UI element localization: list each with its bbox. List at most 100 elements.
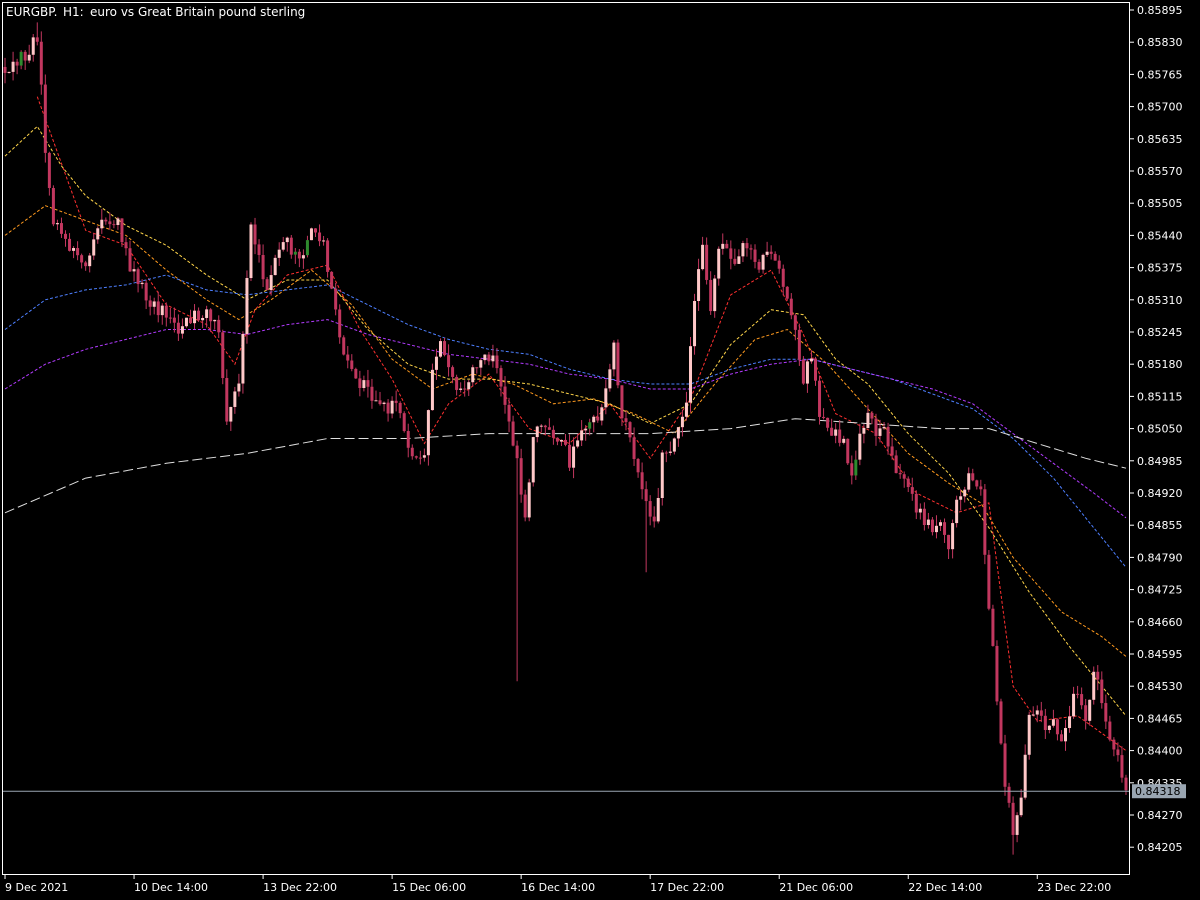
candle-body xyxy=(1015,815,1019,835)
candle-body xyxy=(269,275,273,291)
candle-body xyxy=(221,332,225,379)
candle-body xyxy=(434,356,438,370)
candle-body xyxy=(697,269,701,301)
candle-body xyxy=(943,522,947,535)
candle-body xyxy=(80,255,84,263)
candle-body xyxy=(144,282,148,301)
candle-body xyxy=(172,317,176,323)
candle-body xyxy=(769,251,773,254)
candle-body xyxy=(358,378,362,388)
candle-body xyxy=(846,438,850,464)
candle-body xyxy=(596,416,600,421)
candle-body xyxy=(124,242,128,249)
candle-body xyxy=(3,66,7,73)
candle-body xyxy=(705,244,709,280)
candle-body xyxy=(439,341,442,357)
candle-body xyxy=(68,238,72,251)
x-tick-label: 9 Dec 2021 xyxy=(5,881,68,894)
candle-body xyxy=(168,317,172,319)
candle-body xyxy=(1096,671,1100,680)
y-tick-label: 0.85310 xyxy=(1137,294,1183,307)
candle-body xyxy=(100,219,104,229)
candle-body xyxy=(757,261,761,270)
candle-body xyxy=(479,360,483,368)
candle-body xyxy=(47,152,51,188)
candle-body xyxy=(519,458,523,495)
candle-body xyxy=(539,425,543,427)
candle-body xyxy=(180,326,184,334)
candle-body xyxy=(854,459,858,476)
y-tick-label: 0.84205 xyxy=(1137,841,1183,854)
candle-body xyxy=(483,354,487,361)
candle-body xyxy=(882,426,886,429)
candle-body xyxy=(785,286,789,299)
candle-body xyxy=(725,243,729,249)
chart[interactable]: 0.85895 0.85830 0.85765 0.85700 0.85635 0.855… xyxy=(0,0,1200,900)
candle-body xyxy=(136,269,140,285)
candle-body xyxy=(499,368,503,387)
candle-body xyxy=(934,525,938,533)
candle-body xyxy=(507,404,511,422)
y-tick-label: 0.85635 xyxy=(1137,133,1183,146)
y-tick-label: 0.85505 xyxy=(1137,197,1183,210)
candle-body xyxy=(773,253,777,261)
candle-body xyxy=(660,452,664,499)
candle-body xyxy=(193,310,197,324)
candle-body xyxy=(491,355,495,362)
candle-body xyxy=(152,301,156,307)
timeframe-label: H1: xyxy=(63,5,84,19)
candle-body xyxy=(543,425,547,428)
candle-body xyxy=(455,376,459,390)
candle-body xyxy=(59,223,63,234)
candle-body xyxy=(386,402,390,414)
candle-body xyxy=(979,486,983,490)
candle-body xyxy=(1003,743,1007,787)
candle-body xyxy=(253,224,257,245)
candle-body xyxy=(733,258,737,264)
candle-body xyxy=(467,382,471,390)
candle-body xyxy=(241,333,245,384)
candle-body xyxy=(592,416,596,423)
x-tick-label: 21 Dec 06:00 xyxy=(779,881,853,894)
candle-body xyxy=(906,478,910,488)
symbol-label: EURGBP. xyxy=(6,5,57,19)
candle-body xyxy=(947,534,951,550)
candle-body xyxy=(326,240,330,272)
candle-body xyxy=(257,244,261,256)
candle-body xyxy=(636,458,640,473)
candle-body xyxy=(910,487,914,494)
candle-body xyxy=(84,262,88,267)
candle-body xyxy=(1064,728,1067,742)
candle-body xyxy=(19,51,23,66)
candle-body xyxy=(620,385,624,419)
candle-body xyxy=(632,437,636,459)
candle-body xyxy=(422,455,426,458)
candle-body xyxy=(346,354,350,361)
candle-body xyxy=(350,360,354,369)
candle-body xyxy=(749,248,753,250)
candle-body xyxy=(761,254,765,270)
candle-body xyxy=(140,282,144,285)
candle-body xyxy=(608,369,612,389)
candle-body xyxy=(148,300,152,307)
candle-body xyxy=(51,187,55,225)
candle-body xyxy=(814,358,817,381)
candle-body xyxy=(1088,699,1092,721)
y-tick-label: 0.85050 xyxy=(1137,423,1183,436)
candle-body xyxy=(31,37,35,55)
candle-body xyxy=(1120,755,1124,778)
candle-body xyxy=(184,317,188,327)
candle-body xyxy=(225,378,229,422)
candle-body xyxy=(64,233,67,239)
candle-body xyxy=(249,224,253,279)
candle-body xyxy=(890,446,894,456)
candle-body xyxy=(189,317,192,324)
candle-body xyxy=(88,255,92,267)
candle-body xyxy=(7,71,11,73)
candle-body xyxy=(35,37,39,42)
candle-body xyxy=(394,400,398,403)
candle-body xyxy=(471,367,475,383)
y-tick-label: 0.85700 xyxy=(1137,101,1183,114)
candle-body xyxy=(1072,693,1076,717)
y-tick-label: 0.85180 xyxy=(1137,358,1183,371)
